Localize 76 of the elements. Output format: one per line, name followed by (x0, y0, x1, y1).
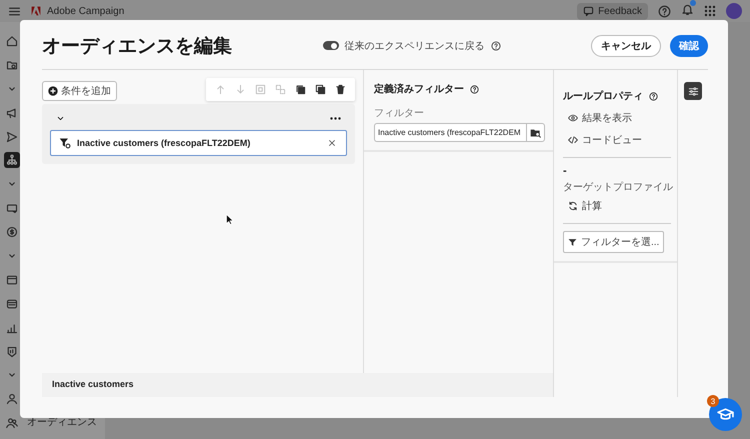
avatar[interactable] (726, 3, 742, 19)
sliders-icon (688, 86, 698, 96)
card-icon (6, 274, 18, 286)
nav-item[interactable] (5, 272, 19, 287)
confirm-button[interactable]: 確認 (670, 34, 708, 56)
dialog-title: オーディエンスを編集 (42, 34, 232, 58)
select-filter-button[interactable]: フィルターを選... (563, 231, 664, 253)
add-condition-button[interactable]: 条件を追加 (42, 81, 117, 101)
bell-icon (681, 3, 694, 16)
window-icon (6, 298, 18, 310)
nav-item[interactable] (4, 152, 20, 168)
cancel-button[interactable]: キャンセル (591, 34, 661, 56)
folder-icon (6, 58, 18, 71)
folder-search-icon (530, 128, 541, 138)
summary-bar: Inactive customers (42, 373, 554, 397)
notification-dot (690, 0, 696, 6)
logo-icon (31, 6, 41, 16)
send-icon (6, 130, 18, 143)
panel-title: ルールプロパティ (563, 89, 643, 103)
copy-icon (295, 84, 306, 95)
count-label: ターゲットプロファイル (563, 180, 671, 194)
shield-icon (6, 346, 18, 358)
dollar-icon (6, 226, 18, 238)
more-button[interactable] (330, 116, 341, 120)
person-icon (6, 393, 18, 406)
arrow-down-icon (235, 84, 246, 95)
chat-icon (583, 6, 594, 16)
filter-field[interactable]: Inactive customers (frescopaFLT22DEM (374, 123, 526, 142)
feedback-button[interactable]: Feedback (577, 2, 648, 20)
eye-icon (568, 113, 578, 123)
trash-icon (335, 84, 346, 95)
code-icon (568, 135, 578, 145)
home-icon (6, 35, 18, 47)
duplicate-icon (315, 84, 326, 95)
nav-item[interactable] (5, 296, 19, 311)
compute-button[interactable]: 計算 (568, 199, 602, 213)
filter-icon (59, 137, 71, 149)
group-icon (255, 84, 266, 95)
plus-circle-icon (48, 86, 58, 96)
refresh-icon (568, 201, 578, 211)
workflow-icon (6, 154, 18, 166)
nav-item[interactable] (5, 392, 19, 406)
nav-item[interactable] (5, 344, 19, 359)
field-label: フィルター (374, 107, 425, 120)
nav-item[interactable] (5, 416, 19, 430)
nav-item[interactable] (5, 130, 19, 144)
remove-button[interactable] (328, 139, 336, 147)
nav-item[interactable] (5, 34, 19, 48)
mouse-cursor-icon (226, 214, 234, 225)
ungroup-icon (275, 84, 286, 95)
browse-button[interactable] (526, 123, 545, 142)
toggle-label: 従来のエクスペリエンスに戻る (344, 40, 484, 52)
more-icon (330, 116, 341, 120)
audience-icon (6, 417, 18, 430)
help-icon (470, 84, 479, 94)
help-icon (490, 40, 500, 50)
panel-title: 定義済みフィルター (374, 82, 464, 96)
apps-grid-icon (704, 5, 716, 17)
filter-icon (568, 238, 577, 246)
help-icon (649, 92, 658, 100)
product-name: Adobe Campaign (47, 6, 124, 16)
settings-button[interactable] (684, 82, 702, 100)
legacy-toggle[interactable] (322, 41, 338, 50)
condition-label: Inactive customers (frescopaFLT22DEM) (77, 138, 250, 148)
view-results-link[interactable]: 結果を表示 (568, 111, 632, 125)
bar-chart-icon (6, 322, 18, 334)
nav-item[interactable] (5, 225, 19, 240)
close-icon (328, 139, 336, 147)
menu-icon (8, 4, 21, 18)
help-icon (658, 4, 671, 18)
condition-item[interactable]: Inactive customers (frescopaFLT22DEM) (50, 130, 347, 156)
profile-count: - (563, 165, 568, 177)
nav-label[interactable]: オーディエンス (27, 418, 97, 428)
arrow-up-icon (215, 84, 226, 95)
megaphone-icon (6, 106, 18, 119)
code-view-link[interactable]: コードビュー (568, 133, 642, 147)
